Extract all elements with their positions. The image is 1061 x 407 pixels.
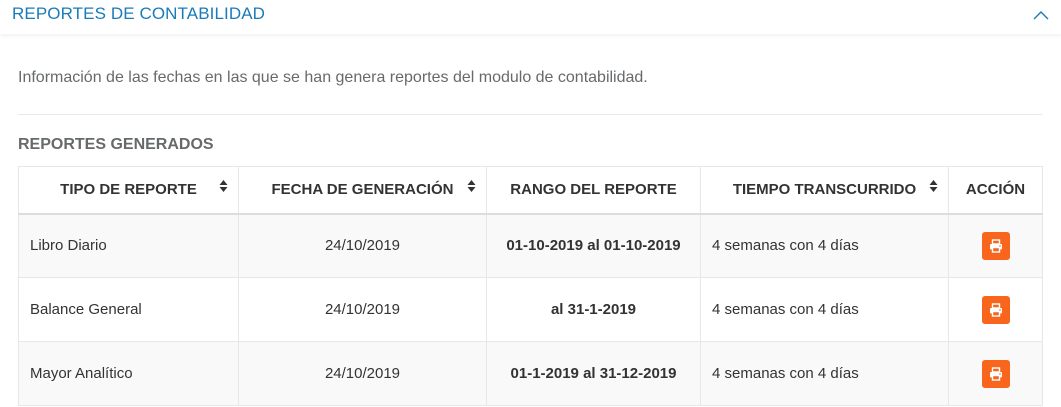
column-header-accion: ACCIÓN — [948, 166, 1043, 215]
print-button[interactable] — [981, 359, 1010, 388]
section-title: REPORTES GENERADOS — [18, 136, 214, 153]
chevron-up-icon[interactable] — [1032, 8, 1050, 22]
print-button[interactable] — [981, 231, 1010, 260]
cell-tipo: Balance General — [18, 277, 239, 342]
column-header-label: RANGO DEL REPORTE — [510, 181, 677, 199]
reports-table-wrapper: TIPO DE REPORTE FECHA DE GENERACIÓN RANG… — [18, 166, 1043, 406]
cell-rango: 01-10-2019 al 01-10-2019 — [486, 213, 701, 278]
column-header-label: FECHA DE GENERACIÓN — [271, 181, 454, 199]
column-header-fecha[interactable]: FECHA DE GENERACIÓN — [238, 166, 487, 215]
cell-accion — [948, 277, 1043, 342]
panel-header: REPORTES DE CONTABILIDAD — [0, 0, 1061, 34]
cell-fecha: 24/10/2019 — [238, 277, 487, 342]
panel-title: REPORTES DE CONTABILIDAD — [12, 4, 266, 23]
print-icon — [989, 239, 1002, 253]
cell-accion — [948, 213, 1043, 278]
column-header-tiempo[interactable]: TIEMPO TRANSCURRIDO — [700, 166, 949, 215]
reports-table: TIPO DE REPORTE FECHA DE GENERACIÓN RANG… — [18, 166, 1043, 406]
column-header-rango: RANGO DEL REPORTE — [486, 166, 701, 215]
cell-accion — [948, 341, 1043, 406]
sort-icon — [929, 179, 938, 193]
table-row: Mayor Analítico 24/10/2019 01-1-2019 al … — [18, 341, 1043, 406]
print-button[interactable] — [981, 295, 1010, 324]
cell-tipo: Libro Diario — [18, 213, 239, 278]
print-icon — [989, 366, 1002, 381]
column-header-label: TIPO DE REPORTE — [60, 181, 197, 199]
cell-tiempo: 4 semanas con 4 días — [700, 213, 949, 278]
sort-icon — [467, 179, 476, 193]
cell-tipo: Mayor Analítico — [18, 341, 239, 406]
divider — [18, 114, 1042, 115]
column-header-label: TIEMPO TRANSCURRIDO — [732, 181, 917, 199]
column-header-label: ACCIÓN — [965, 181, 1026, 199]
sort-icon — [219, 179, 228, 193]
cell-fecha: 24/10/2019 — [238, 341, 487, 406]
print-icon — [989, 302, 1002, 317]
cell-rango: 01-1-2019 al 31-12-2019 — [486, 341, 701, 406]
column-header-tipo[interactable]: TIPO DE REPORTE — [18, 166, 239, 215]
table-row: Libro Diario 24/10/2019 01-10-2019 al 01… — [18, 213, 1043, 278]
table-row: Balance General 24/10/2019 al 31-1-2019 … — [18, 277, 1043, 342]
table-header-row: TIPO DE REPORTE FECHA DE GENERACIÓN RANG… — [18, 166, 1043, 215]
cell-rango: al 31-1-2019 — [486, 277, 701, 342]
panel-description: Información de las fechas en las que se … — [18, 69, 648, 86]
cell-fecha: 24/10/2019 — [238, 213, 487, 278]
cell-tiempo: 4 semanas con 4 días — [700, 341, 949, 406]
cell-tiempo: 4 semanas con 4 días — [700, 277, 949, 342]
